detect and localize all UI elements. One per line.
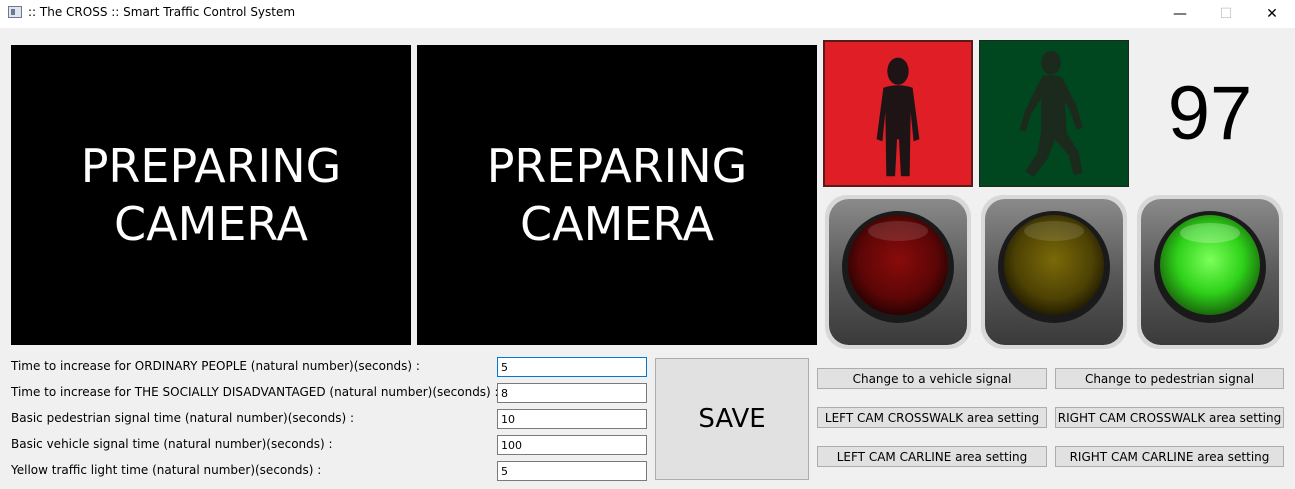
left-camera-view: PREPARING CAMERA — [11, 45, 411, 345]
yellow-light-time-input[interactable] — [497, 461, 647, 481]
green-traffic-light — [1135, 193, 1285, 351]
countdown-timer: 97 — [1167, 71, 1253, 156]
red-traffic-light — [823, 193, 973, 351]
left-cam-crosswalk-button[interactable]: LEFT CAM CROSSWALK area setting — [817, 407, 1047, 428]
close-button[interactable]: ✕ — [1249, 0, 1295, 28]
change-to-pedestrian-signal-button[interactable]: Change to pedestrian signal — [1055, 368, 1284, 389]
title-bar: :: The CROSS :: Smart Traffic Control Sy… — [0, 0, 1295, 28]
pedestrian-signal-time-input[interactable] — [497, 409, 647, 429]
label-ordinary-people-time: Time to increase for ORDINARY PEOPLE (na… — [11, 359, 420, 373]
app-icon — [8, 6, 22, 18]
standing-person-icon — [876, 57, 920, 177]
vehicle-signal-time-input[interactable] — [497, 435, 647, 455]
label-yellow-light-time: Yellow traffic light time (natural numbe… — [11, 463, 322, 477]
window-title: :: The CROSS :: Smart Traffic Control Sy… — [28, 5, 296, 19]
walking-person-icon — [1019, 50, 1083, 178]
disadvantaged-time-input[interactable] — [497, 383, 647, 403]
maximize-button[interactable]: ☐ — [1203, 0, 1249, 28]
minimize-button[interactable]: — — [1157, 0, 1203, 28]
label-vehicle-signal-time: Basic vehicle signal time (natural numbe… — [11, 437, 333, 451]
right-cam-crosswalk-button[interactable]: RIGHT CAM CROSSWALK area setting — [1055, 407, 1284, 428]
label-disadvantaged-time: Time to increase for THE SOCIALLY DISADV… — [11, 385, 499, 399]
right-camera-view: PREPARING CAMERA — [417, 45, 817, 345]
label-pedestrian-signal-time: Basic pedestrian signal time (natural nu… — [11, 411, 354, 425]
pedestrian-walk-signal — [979, 40, 1129, 187]
save-button[interactable]: SAVE — [655, 358, 809, 480]
left-cam-carline-button[interactable]: LEFT CAM CARLINE area setting — [817, 446, 1047, 467]
change-to-vehicle-signal-button[interactable]: Change to a vehicle signal — [817, 368, 1047, 389]
pedestrian-stop-signal — [823, 40, 973, 187]
yellow-traffic-light — [979, 193, 1129, 351]
right-cam-carline-button[interactable]: RIGHT CAM CARLINE area setting — [1055, 446, 1284, 467]
ordinary-people-time-input[interactable] — [497, 357, 647, 377]
